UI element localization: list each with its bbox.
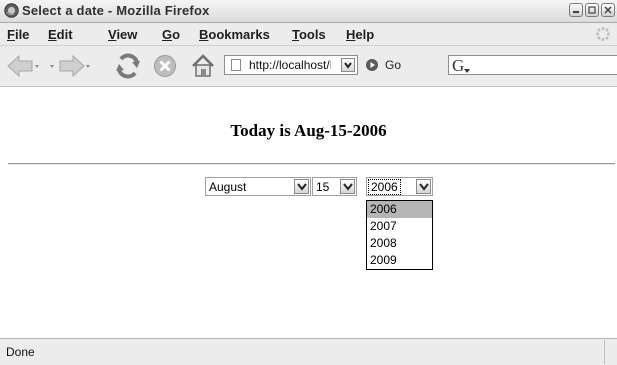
- minimize-button[interactable]: [569, 3, 583, 17]
- page-icon: [231, 59, 241, 71]
- back-arrow-icon[interactable]: [6, 54, 40, 78]
- menu-go-label: o: [172, 27, 181, 42]
- month-select-dropdown-button[interactable]: [294, 179, 309, 194]
- menu-file-label: ile: [14, 27, 30, 42]
- title-bar: Select a date - Mozilla Firefox: [0, 0, 617, 23]
- menu-help-mnemonic: H: [346, 27, 356, 42]
- year-select-value: 2006: [368, 179, 401, 195]
- menu-help-label: elp: [355, 27, 375, 42]
- chevron-down-icon: [297, 183, 307, 191]
- menu-bar: File Edit View Go Bookmarks Tools Help: [0, 23, 617, 46]
- search-box[interactable]: G: [448, 55, 617, 75]
- year-option-2007[interactable]: 2007: [367, 218, 432, 235]
- month-select-value: August: [209, 180, 247, 194]
- menu-help[interactable]: Help: [346, 27, 374, 42]
- reload-icon[interactable]: [115, 53, 141, 79]
- minimize-icon: [573, 11, 579, 13]
- menu-edit-mnemonic: E: [48, 27, 57, 42]
- day-select-dropdown-button[interactable]: [340, 179, 355, 194]
- throbber-icon: [596, 27, 610, 41]
- year-option-2006[interactable]: 2006: [367, 201, 432, 218]
- stop-icon[interactable]: [153, 54, 177, 78]
- menu-bookmarks[interactable]: Bookmarks: [199, 27, 270, 42]
- forward-arrow-icon[interactable]: [50, 54, 90, 78]
- home-icon[interactable]: [190, 53, 216, 79]
- year-option-2008[interactable]: 2008: [367, 235, 432, 252]
- resize-grip[interactable]: [604, 340, 617, 364]
- chevron-down-icon: [419, 183, 429, 191]
- menu-edit-label: dit: [56, 27, 73, 42]
- menu-tools-mnemonic: T: [292, 27, 299, 42]
- status-bar: Done: [0, 338, 617, 365]
- menu-file-mnemonic: F: [7, 27, 15, 42]
- close-icon: [604, 6, 612, 14]
- menu-view-label: iew: [116, 27, 138, 42]
- address-input[interactable]: http://localhost/P: [249, 58, 331, 72]
- chevron-down-icon: [344, 62, 352, 69]
- page-content: Today is Aug-15-2006 August 15 2006: [0, 87, 617, 338]
- menu-edit[interactable]: Edit: [48, 27, 73, 42]
- go-icon[interactable]: [366, 59, 378, 71]
- year-dropdown-list: 2006 2007 2008 2009: [366, 200, 433, 270]
- menu-tools[interactable]: Tools: [292, 27, 326, 42]
- window-title: Select a date - Mozilla Firefox: [22, 3, 210, 18]
- maximize-button[interactable]: [585, 3, 599, 17]
- menu-go[interactable]: Go: [162, 27, 180, 42]
- address-bar[interactable]: http://localhost/P: [224, 55, 358, 75]
- menu-tools-label: ools: [298, 27, 326, 42]
- day-select[interactable]: 15: [312, 177, 357, 196]
- window-controls: [569, 3, 615, 17]
- address-dropdown-button[interactable]: [341, 58, 355, 72]
- menu-bookmarks-label: ookmarks: [208, 27, 270, 42]
- month-select[interactable]: August: [205, 177, 311, 196]
- year-option-2009[interactable]: 2009: [367, 252, 432, 269]
- search-engine-dropdown-icon[interactable]: [463, 67, 471, 75]
- year-select-dropdown-button[interactable]: [416, 179, 431, 194]
- menu-bookmarks-mnemonic: B: [199, 27, 209, 42]
- navigation-toolbar: http://localhost/P Go G: [0, 46, 617, 87]
- go-button[interactable]: Go: [385, 58, 401, 72]
- menu-view[interactable]: View: [108, 27, 137, 42]
- year-select[interactable]: 2006: [366, 177, 433, 196]
- chevron-down-icon: [343, 183, 353, 191]
- firefox-icon: [4, 3, 19, 18]
- play-arrow-icon: [370, 62, 375, 68]
- close-button[interactable]: [601, 3, 615, 17]
- horizontal-rule: [8, 163, 615, 165]
- menu-go-mnemonic: G: [162, 27, 173, 42]
- menu-file[interactable]: File: [7, 27, 29, 42]
- status-text: Done: [6, 345, 35, 359]
- day-select-value: 15: [316, 180, 330, 194]
- maximize-icon: [588, 6, 596, 14]
- page-heading: Today is Aug-15-2006: [230, 121, 387, 140]
